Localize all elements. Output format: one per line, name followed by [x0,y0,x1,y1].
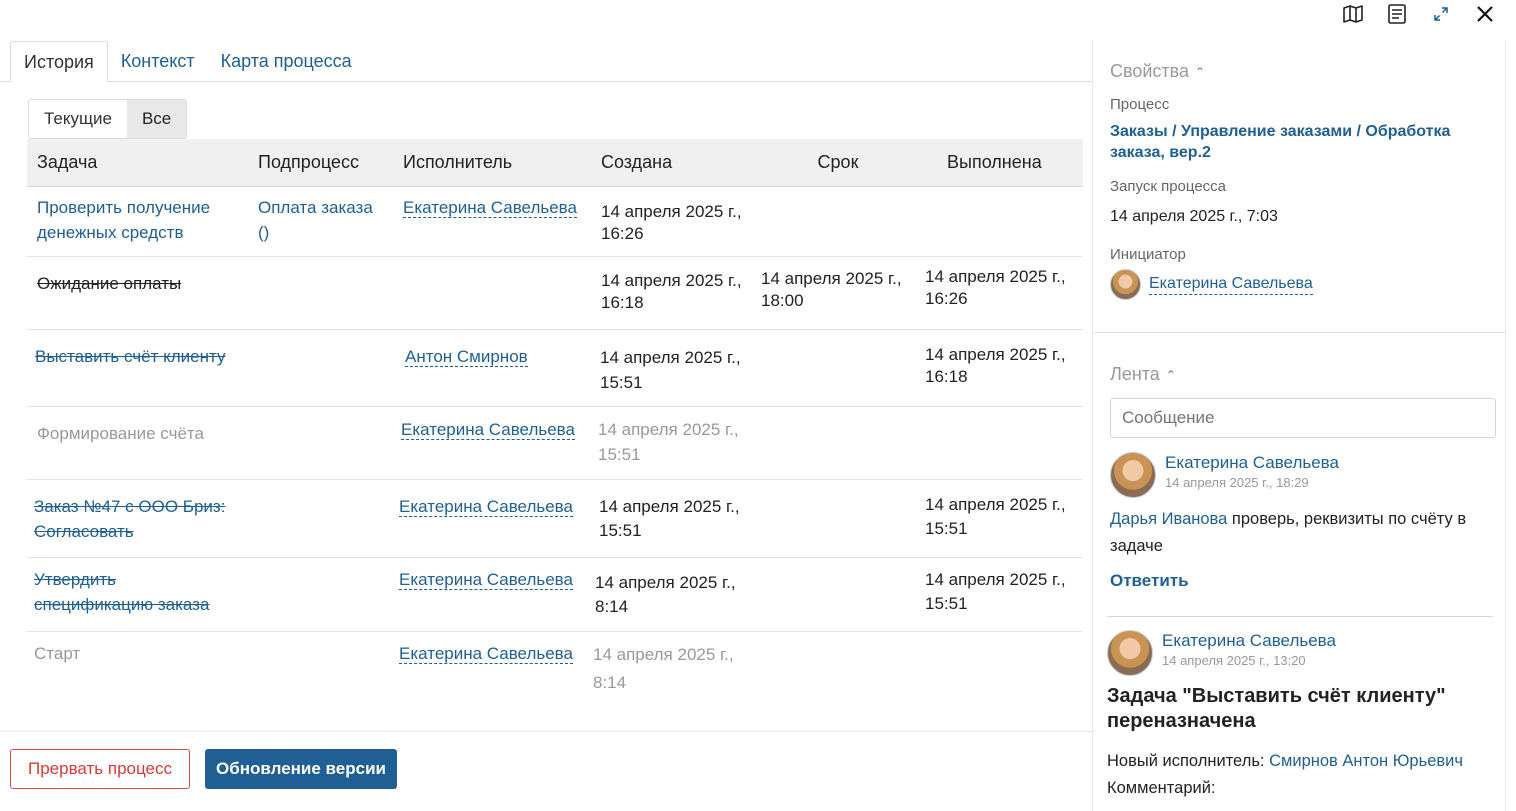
abort-process-button[interactable]: Прервать процесс [10,749,190,789]
column-created[interactable]: Создана [591,139,761,187]
created-date: 14 апреля 2025 г., 15:51 [598,419,739,464]
feed-item: Екатерина Савельева 14 апреля 2025 г., 1… [1110,452,1339,498]
chevron-up-icon: ⌃ [1195,64,1206,79]
table-header-row: Задача Подпроцесс Исполнитель Создана Ср… [27,139,1083,187]
task-link[interactable]: Ожидание оплаты [37,274,181,293]
created-date: 14 апреля 2025 г., 8:14 [595,572,736,616]
feed-header[interactable]: Лента ⌃ [1110,364,1176,385]
history-pane: История Контекст Карта процесса Текущие … [0,0,1092,811]
form-icon[interactable] [1386,3,1408,25]
avatar [1110,452,1156,498]
table-row: Выставить счёт клиенту Антон Смирнов 14 … [27,329,1083,407]
table-row: Заказ №47 с ООО Бриз: Согласовать Екатер… [27,479,1083,558]
map-icon[interactable] [1342,3,1364,25]
feed-time: 14 апреля 2025 г., 13:20 [1162,653,1306,668]
chevron-up-icon: ⌃ [1165,367,1176,382]
process-start-value: 14 апреля 2025 г., 7:03 [1110,208,1278,225]
done-date: 14 апреля 2025 г., 16:18 [925,344,1066,386]
task-link[interactable]: Выставить счёт клиенту [35,347,226,366]
tab-process-map[interactable]: Карта процесса [208,41,365,82]
assignee-link[interactable]: Екатерина Савельева [403,197,577,218]
created-date: 14 апреля 2025 г., 15:51 [599,496,740,540]
comment-label: Комментарий: [1107,779,1216,797]
footer-divider [0,731,1092,732]
task-link[interactable]: Формирование счёта [37,424,204,443]
initiator: Екатерина Савельева [1110,269,1313,300]
properties-header[interactable]: Свойства ⌃ [1110,61,1205,82]
assignee-link[interactable]: Екатерина Савельева [399,569,573,590]
done-date: 14 апреля 2025 г., 16:26 [925,266,1066,308]
expand-icon[interactable] [1430,3,1452,25]
feed-time: 14 апреля 2025 г., 18:29 [1165,475,1309,490]
created-date: 14 апреля 2025 г., 16:26 [601,201,742,243]
feed-item: Екатерина Савельева 14 апреля 2025 г., 1… [1107,630,1336,676]
task-link[interactable]: Утвердить спецификацию заказа [34,570,209,614]
initiator-link[interactable]: Екатерина Савельева [1149,274,1313,295]
table-row: Формирование счёта Екатерина Савельева 1… [27,406,1083,480]
initiator-label: Инициатор [1110,246,1186,263]
task-filter: Текущие Все [28,99,188,139]
reply-link[interactable]: Ответить [1110,571,1189,591]
feed-message: Дарья Иванова проверь, реквизиты по счёт… [1110,506,1498,560]
task-link[interactable]: Старт [34,644,80,663]
filter-all-button[interactable]: Все [126,100,187,138]
done-date: 14 апреля 2025 г., 15:51 [925,494,1066,538]
column-assignee[interactable]: Исполнитель [393,139,591,187]
created-date: 14 апреля 2025 г., 15:51 [600,347,741,392]
assignee-link[interactable]: Екатерина Савельева [399,496,573,517]
tab-context[interactable]: Контекст [108,41,208,82]
close-icon[interactable] [1474,3,1496,25]
task-table: Задача Подпроцесс Исполнитель Создана Ср… [27,139,1083,707]
table-row: Старт Екатерина Савельева 14 апреля 2025… [27,631,1083,707]
feed-divider [1107,616,1493,617]
process-link[interactable]: Заказы / Управление заказами / Обработка… [1110,121,1490,163]
feed-heading: Задача "Выставить счёт клиенту" переназн… [1107,685,1446,732]
new-assignee-label: Новый исполнитель: [1107,752,1265,770]
table-row: Проверить получение денежных средств Опл… [27,186,1083,257]
due-date: 14 апреля 2025 г., 18:00 [761,268,902,310]
feed-assignee-line: Новый исполнитель: Смирнов Антон Юрьевич [1107,748,1463,774]
assignee-link[interactable]: Екатерина Савельева [399,643,573,664]
column-task[interactable]: Задача [27,139,248,187]
avatar [1110,269,1141,300]
done-date: 14 апреля 2025 г., 15:51 [925,569,1066,613]
feed-author-link[interactable]: Екатерина Савельева [1165,452,1339,474]
column-done[interactable]: Выполнена [925,139,1083,187]
process-start-label: Запуск процесса [1110,178,1227,195]
task-link[interactable]: Заказ №47 с ООО Бриз: Согласовать [34,497,225,541]
feed-title: Лента [1110,364,1160,384]
assignee-link[interactable]: Антон Смирнов [405,346,528,367]
side-panel: Свойства ⌃ Процесс Заказы / Управление з… [1092,40,1506,811]
tabs-divider [0,81,1092,82]
assignee-link[interactable]: Екатерина Савельева [401,419,575,440]
message-input[interactable] [1110,398,1496,438]
subprocess-link[interactable]: Оплата заказа () [258,198,373,242]
update-version-button[interactable]: Обновление версии [205,749,397,789]
task-link[interactable]: Проверить получение денежных средств [37,198,210,242]
new-assignee-link[interactable]: Смирнов Антон Юрьевич [1269,752,1463,770]
tab-history[interactable]: История [10,41,108,82]
avatar [1107,630,1153,676]
created-date: 14 апреля 2025 г., 8:14 [593,644,734,692]
tab-bar: История Контекст Карта процесса [10,41,365,82]
window-toolbar [1342,0,1496,28]
properties-title: Свойства [1110,61,1190,81]
column-subprocess[interactable]: Подпроцесс [248,139,393,187]
table-row: Утвердить спецификацию заказа Екатерина … [27,557,1083,632]
table-row: Ожидание оплаты 14 апреля 2025 г., 16:18… [27,256,1083,330]
process-label: Процесс [1110,96,1170,113]
mention-link[interactable]: Дарья Иванова [1110,510,1227,528]
section-divider [1093,332,1505,333]
filter-current-button[interactable]: Текущие [29,100,127,138]
created-date: 14 апреля 2025 г., 16:18 [601,270,742,312]
feed-author-link[interactable]: Екатерина Савельева [1162,630,1336,652]
column-due[interactable]: Срок [761,139,925,187]
